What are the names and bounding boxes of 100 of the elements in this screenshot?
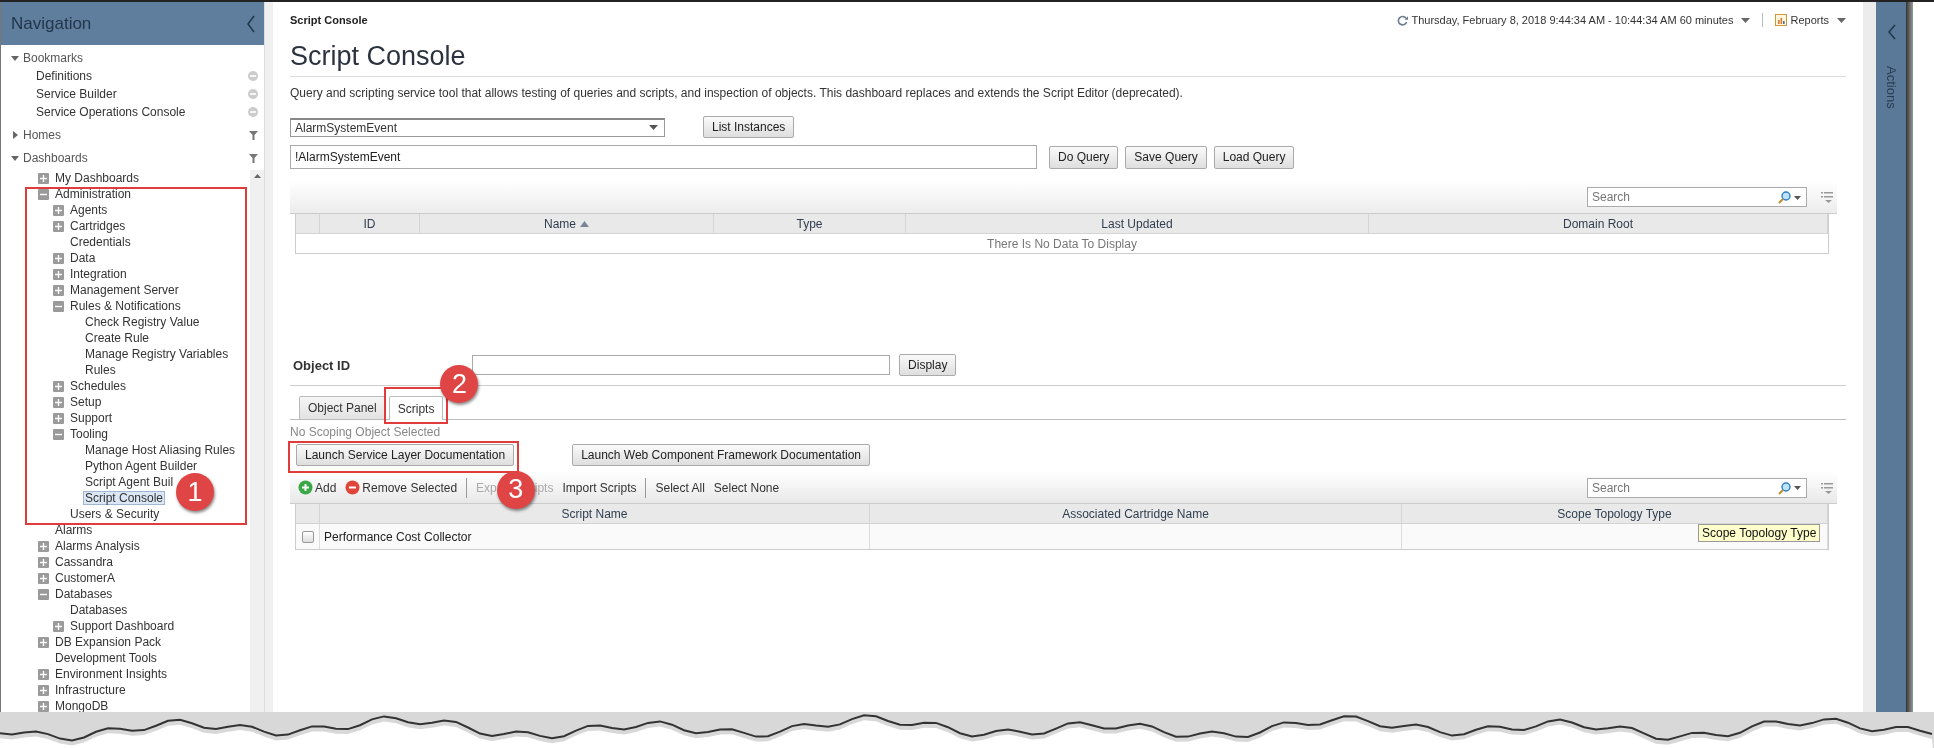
refresh-clock-icon[interactable] [1397, 14, 1409, 26]
column-header[interactable]: Script Name [320, 504, 870, 524]
toolbar-button[interactable]: Select All [655, 480, 705, 495]
collapse-icon[interactable] [38, 588, 49, 600]
splitter-handle[interactable] [1863, 2, 1876, 712]
tree-item[interactable]: Users & Security [68, 507, 162, 521]
tree-item[interactable]: Rules & Notifications [68, 299, 183, 313]
tree-item[interactable]: Tooling [68, 427, 111, 441]
bookmark-item[interactable]: Service Builder [34, 87, 119, 101]
bookmark-item[interactable]: Service Operations Console [34, 105, 188, 119]
tree-item[interactable]: Manage Registry Variables [83, 347, 231, 361]
tree-item[interactable]: Cassandra [53, 555, 116, 569]
column-header[interactable]: Scope Topology Type [1402, 504, 1828, 524]
expand-icon[interactable] [53, 268, 64, 280]
filter-icon[interactable] [249, 130, 258, 140]
report-icon[interactable] [1775, 14, 1788, 26]
reports-menu[interactable]: Reports [1790, 14, 1829, 26]
search-field[interactable]: Search [1587, 477, 1807, 498]
tree-item[interactable]: Cartridges [68, 219, 128, 233]
expand-icon[interactable] [53, 620, 64, 632]
tree-item[interactable]: Credentials [68, 235, 133, 249]
collapse-icon[interactable] [53, 428, 64, 440]
tree-item[interactable]: Alarms [53, 523, 95, 537]
tree-item[interactable]: Management Server [68, 283, 181, 297]
expand-icon[interactable] [38, 700, 49, 712]
dropdown-caret-icon[interactable] [1741, 17, 1751, 23]
column-chooser-icon[interactable] [1821, 481, 1833, 494]
list-instances-button[interactable]: List Instances [703, 116, 795, 138]
add-icon[interactable] [298, 480, 313, 495]
tree-item[interactable]: Support Dashboard [68, 619, 177, 633]
column-chooser-icon[interactable] [1821, 191, 1833, 203]
expand-icon[interactable] [53, 284, 64, 296]
tree-item[interactable]: Administration [53, 187, 134, 201]
query-button[interactable]: Load Query [1213, 145, 1295, 169]
row-checkbox[interactable] [301, 530, 314, 543]
collapse-icon[interactable] [38, 188, 49, 200]
scrollbar[interactable] [250, 170, 264, 712]
scroll-up-icon[interactable] [253, 174, 261, 178]
documentation-button[interactable]: Launch Service Layer Documentation [296, 444, 515, 466]
column-header[interactable]: Type [714, 214, 906, 234]
dropdown-caret-icon[interactable] [1837, 17, 1846, 23]
tree-item[interactable]: Alarms Analysis [53, 539, 142, 553]
section-header[interactable]: Bookmarks [23, 51, 84, 65]
tree-item[interactable]: CustomerA [53, 571, 118, 585]
collapse-panel-icon[interactable] [246, 14, 256, 33]
tree-item[interactable]: Support [68, 411, 115, 425]
expand-panel-icon[interactable] [1886, 24, 1896, 40]
query-field[interactable]: !AlarmSystemEvent [290, 145, 1037, 169]
expand-icon[interactable] [38, 540, 49, 552]
documentation-button[interactable]: Launch Web Component Framework Documentation [572, 444, 871, 466]
expand-icon[interactable] [53, 412, 64, 424]
expand-icon[interactable] [38, 172, 49, 184]
tree-item[interactable]: Data [68, 251, 98, 265]
tree-item[interactable]: Development Tools [53, 651, 159, 665]
tree-item[interactable]: MongoDB [53, 699, 111, 712]
search-field[interactable]: Search [1587, 187, 1807, 207]
tree-item[interactable]: DB Expansion Pack [53, 635, 164, 649]
toolbar-button[interactable]: Select None [713, 480, 780, 495]
dropdown-caret-icon[interactable] [649, 125, 658, 130]
tab[interactable]: Scripts [388, 396, 444, 420]
toolbar-button[interactable]: Remove Selected [345, 480, 458, 495]
tree-item[interactable]: Python Agent Builder [83, 459, 200, 473]
remove-icon[interactable] [345, 480, 361, 495]
section-header[interactable]: Homes [23, 128, 61, 142]
dropdown-caret-icon[interactable] [1794, 195, 1801, 200]
tab[interactable]: Object Panel [299, 396, 386, 419]
tree-item[interactable]: Agents [68, 203, 110, 217]
expanded-triangle-icon[interactable] [11, 154, 19, 162]
dropdown-caret-icon[interactable] [1794, 486, 1801, 490]
bookmark-item[interactable]: Definitions [34, 69, 95, 83]
object-id-field[interactable] [472, 355, 891, 375]
tree-item[interactable]: Schedules [68, 379, 129, 393]
expand-icon[interactable] [38, 572, 49, 584]
tree-item[interactable]: Integration [68, 267, 129, 281]
query-button[interactable]: Do Query [1049, 145, 1119, 169]
collapse-icon[interactable] [53, 300, 64, 312]
expand-icon[interactable] [53, 252, 64, 264]
tree-item[interactable]: Environment Insights [53, 667, 170, 681]
expand-icon[interactable] [53, 380, 64, 392]
query-button[interactable]: Save Query [1125, 145, 1207, 169]
tree-item[interactable]: Databases [53, 587, 115, 601]
tree-item[interactable]: Script Agent Buil [83, 475, 176, 489]
tree-item[interactable]: Create Rule [83, 331, 152, 345]
tree-item[interactable]: Script Console [83, 491, 166, 505]
column-header[interactable]: Domain Root [1369, 214, 1828, 234]
splitter-handle[interactable] [264, 2, 273, 712]
toolbar-button[interactable]: Import Scripts [562, 480, 637, 495]
toolbar-button[interactable]: Add [298, 480, 337, 495]
filter-icon[interactable] [249, 153, 258, 163]
section-header[interactable]: Dashboards [23, 151, 88, 165]
column-header[interactable]: ID [320, 214, 420, 234]
tree-item[interactable]: My Dashboards [53, 171, 142, 185]
expand-icon[interactable] [53, 220, 64, 232]
search-icon[interactable] [1778, 191, 1791, 204]
tree-item[interactable]: Check Registry Value [83, 315, 202, 329]
collapsed-triangle-icon[interactable] [11, 131, 19, 139]
tree-item[interactable]: Databases [68, 603, 130, 617]
sort-ascending-icon[interactable] [580, 220, 589, 227]
expand-icon[interactable] [53, 396, 64, 408]
expand-icon[interactable] [38, 684, 49, 696]
